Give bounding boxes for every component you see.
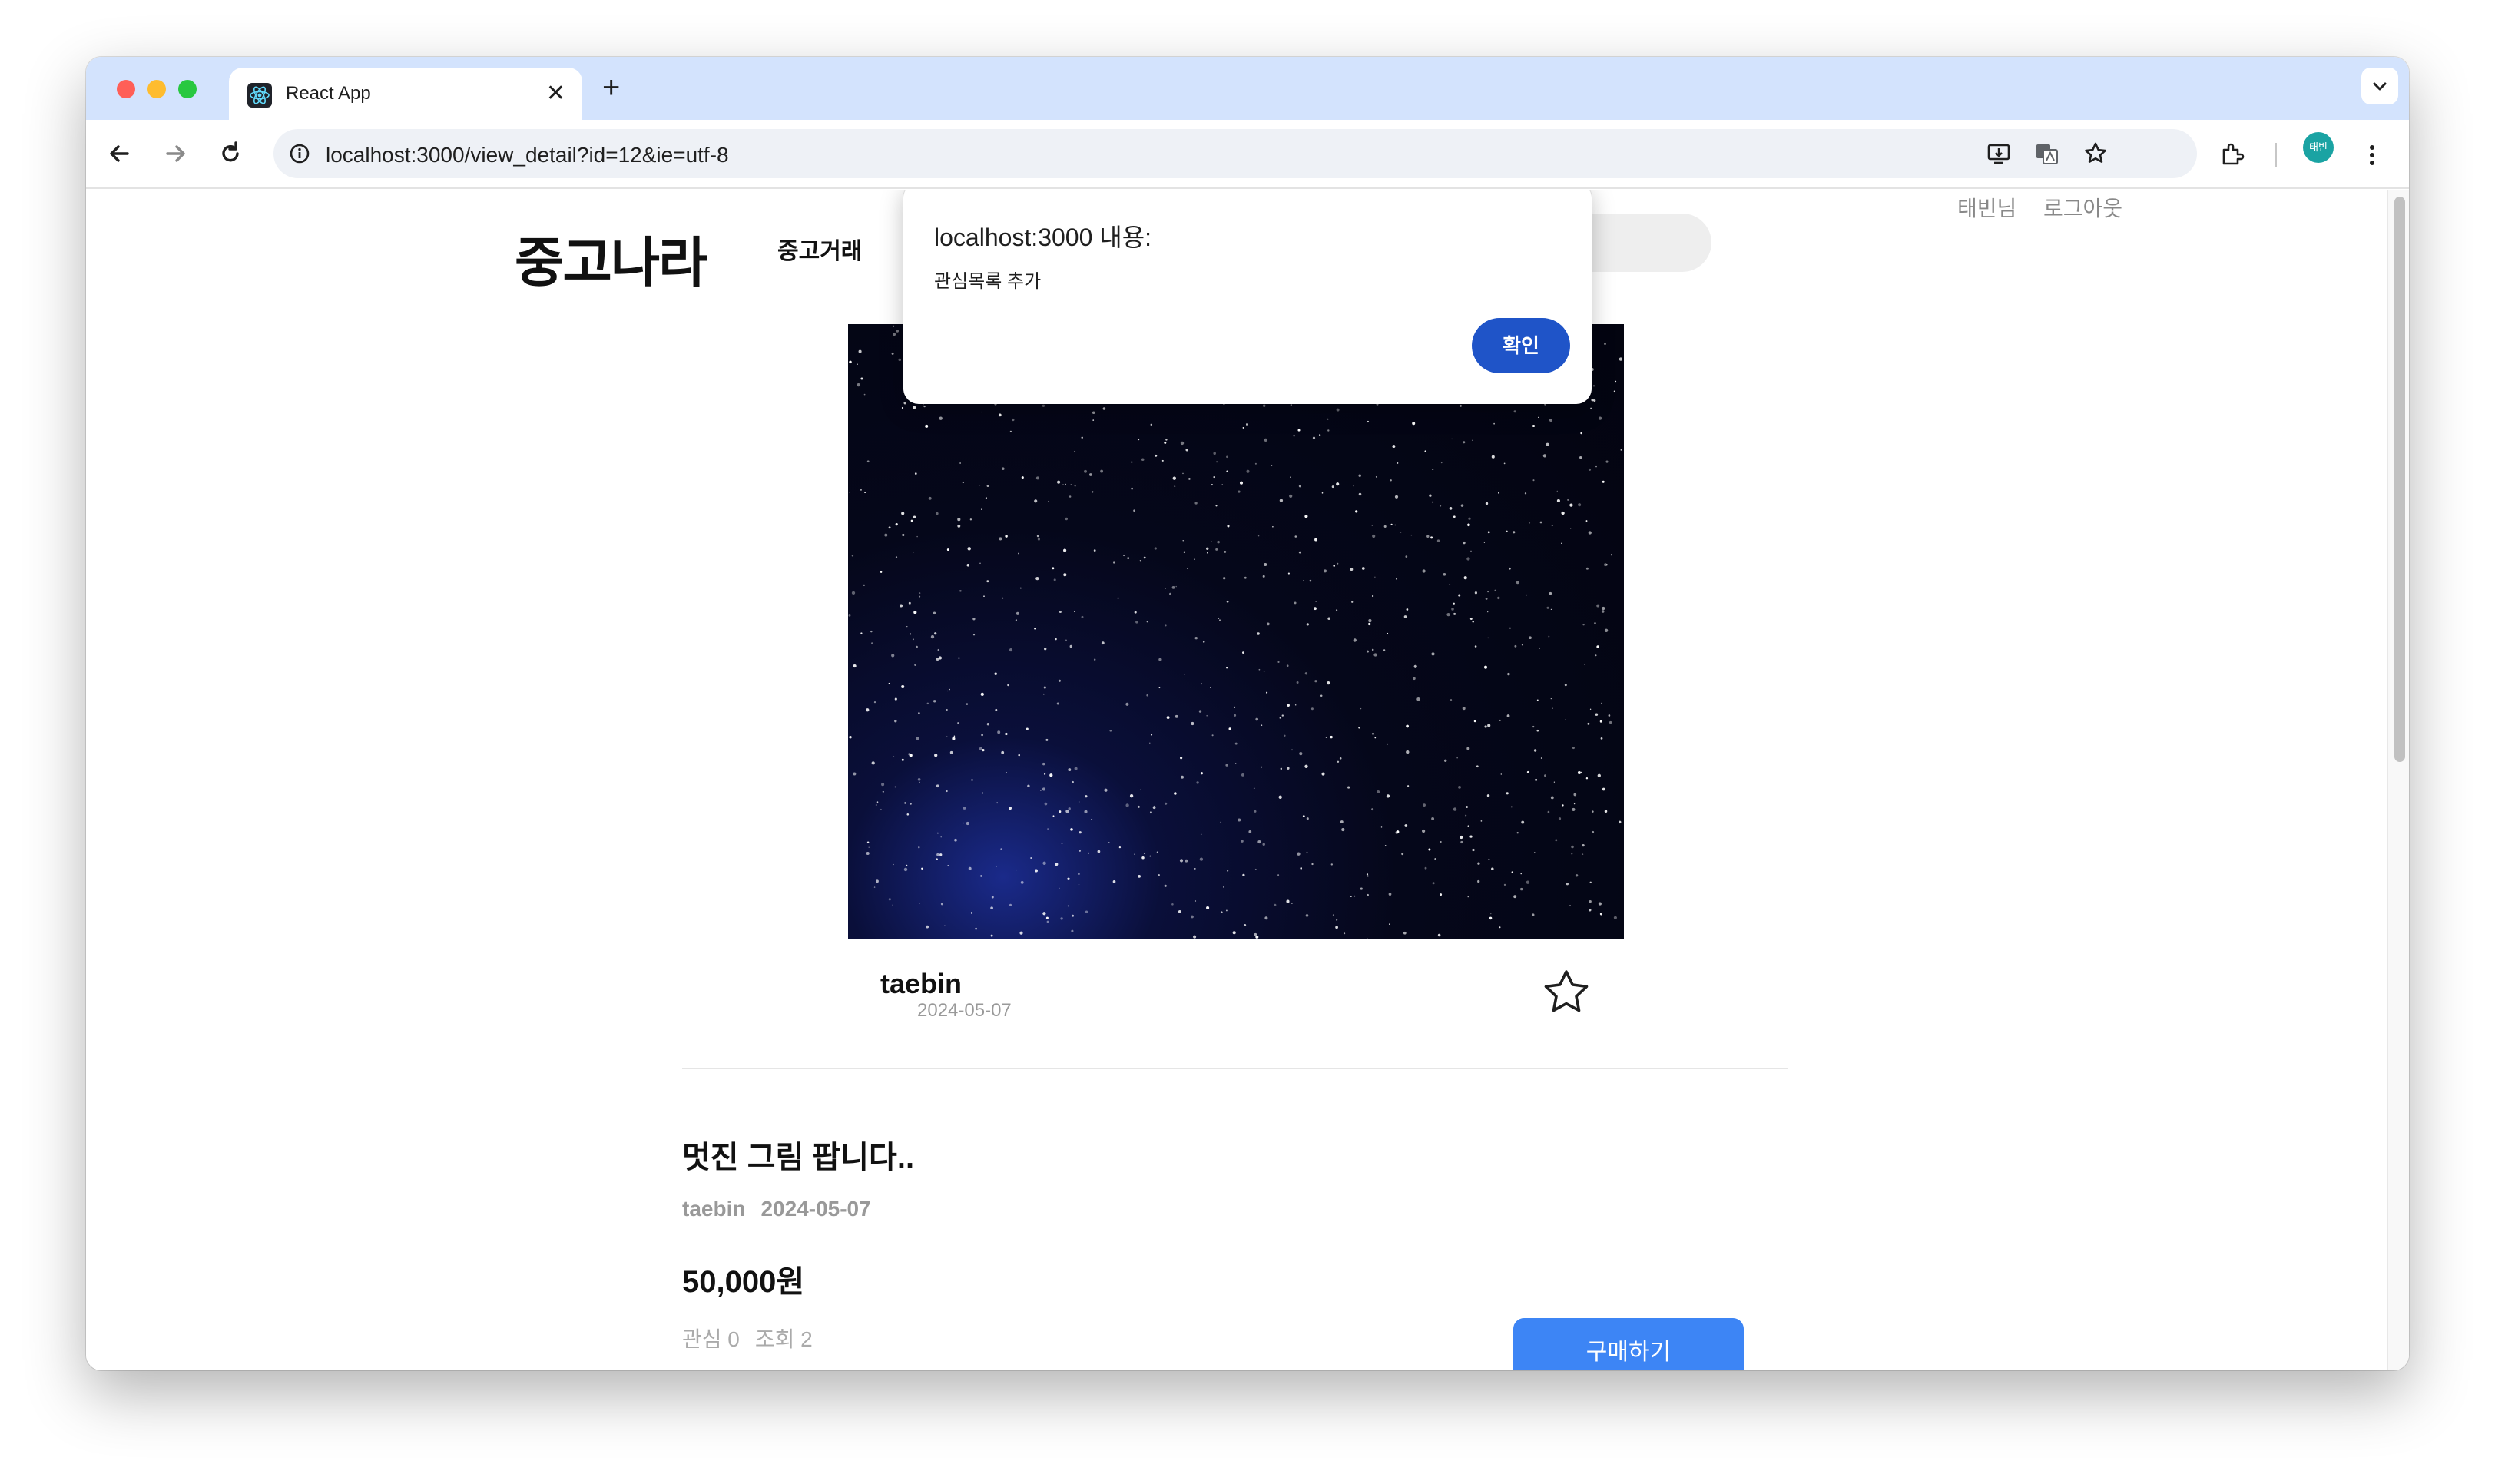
scrollbar-thumb[interactable] — [2394, 197, 2405, 762]
product-image — [848, 324, 1624, 939]
tab-react-app[interactable]: React App ✕ — [229, 68, 582, 120]
browser-toolbar: localhost:3000/view_detail?id=12&ie=utf-… — [86, 120, 2409, 189]
interest-count: 관심 0 — [682, 1327, 740, 1351]
post-stats: 관심 0 조회 2 — [682, 1323, 828, 1353]
new-tab-button[interactable]: + — [602, 71, 620, 104]
post-meta-seller: taebin — [682, 1197, 746, 1221]
browser-window: React App ✕ + localhost:3000/view_detail… — [86, 57, 2409, 1370]
url-text[interactable]: localhost:3000/view_detail?id=12&ie=utf-… — [326, 143, 729, 167]
tab-search-button[interactable] — [2361, 68, 2398, 104]
dialog-title: localhost:3000 내용: — [934, 224, 1152, 251]
seller-name: taebin — [880, 968, 963, 999]
close-window-button[interactable] — [117, 80, 135, 98]
toolbar-separator — [2275, 143, 2277, 167]
arrow-right-icon — [166, 145, 185, 162]
arrow-left-icon — [110, 145, 129, 162]
alert-dialog: localhost:3000 내용: 관심목록 추가 확인 — [903, 190, 1592, 404]
nav-link-used-trade[interactable]: 중고거래 — [777, 232, 862, 266]
maximize-window-button[interactable] — [178, 80, 197, 98]
tab-title: React App — [286, 83, 371, 104]
section-divider — [682, 1068, 1788, 1069]
back-button[interactable] — [101, 135, 138, 172]
scrollbar[interactable] — [2387, 190, 2409, 1370]
chevron-down-icon — [2373, 82, 2387, 91]
user-name[interactable]: 태빈님 — [1957, 192, 2016, 223]
close-tab-icon[interactable]: ✕ — [546, 78, 565, 109]
reload-icon — [222, 141, 239, 162]
view-count: 조회 2 — [754, 1327, 813, 1351]
page-content: 중고나라 중고거래 태빈님 로그아웃 taebin 2024-05-07 멋진 … — [86, 190, 2409, 1370]
post-title: 멋진 그림 팝니다.. — [682, 1141, 915, 1174]
seller-date: 2024-05-07 — [917, 1000, 1012, 1021]
star-icon — [1544, 970, 1589, 1012]
buy-button[interactable]: 구매하기 — [1513, 1318, 1744, 1370]
site-logo[interactable]: 중고나라 — [515, 220, 708, 297]
bookmark-star-icon[interactable] — [2082, 140, 2109, 167]
minimize-window-button[interactable] — [147, 80, 166, 98]
starfield-image — [848, 324, 1623, 939]
favorite-button[interactable] — [1539, 966, 1593, 1020]
translate-icon[interactable] — [2033, 140, 2060, 167]
post-meta-date: 2024-05-07 — [760, 1197, 871, 1221]
more-options-icon[interactable] — [2357, 140, 2387, 171]
site-info-icon[interactable] — [286, 140, 313, 167]
reload-button[interactable] — [212, 135, 249, 172]
react-icon — [247, 83, 272, 108]
address-bar[interactable]: localhost:3000/view_detail?id=12&ie=utf-… — [273, 129, 2197, 178]
post-meta: taebin 2024-05-07 — [682, 1197, 886, 1221]
price: 50,000원 — [682, 1265, 805, 1299]
extensions-icon[interactable] — [2217, 140, 2248, 171]
dialog-ok-button[interactable]: 확인 — [1472, 318, 1570, 373]
dialog-message: 관심목록 추가 — [934, 271, 1042, 292]
profile-avatar[interactable]: 태빈 — [2303, 132, 2334, 163]
logout-link[interactable]: 로그아웃 — [2043, 192, 2122, 223]
tab-strip: React App ✕ + — [86, 57, 2409, 120]
forward-button[interactable] — [157, 135, 194, 172]
install-app-icon[interactable] — [1985, 140, 2013, 167]
